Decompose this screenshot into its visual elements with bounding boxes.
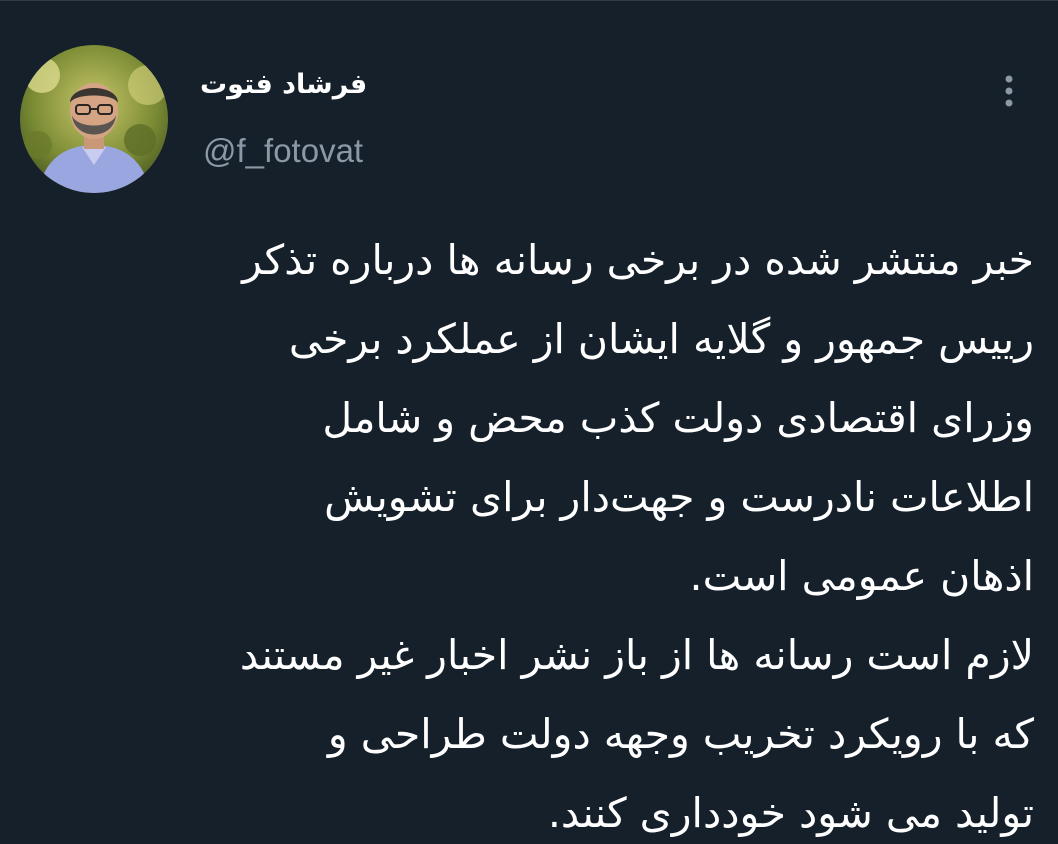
more-vertical-icon — [1005, 75, 1013, 107]
tweet-line: تولید می شود خودداری کنند. — [547, 789, 1034, 837]
tweet-line: اذهان عمومی است. — [689, 552, 1034, 600]
tweet-line: خبر منتشر شده در برخی رسانه ها درباره تذ… — [242, 236, 1034, 284]
tweet-line: لازم است رسانه ها از باز نشر اخبار غیر م… — [239, 631, 1034, 679]
author-handle[interactable]: @f_fotovat — [203, 131, 363, 171]
avatar-photo — [20, 45, 168, 193]
more-options-button[interactable] — [988, 67, 1030, 115]
tweet-line: اطلاعات نادرست و جهت‌دار برای تشویش — [324, 473, 1034, 521]
author-display-name[interactable]: فرشاد فتوت — [200, 65, 367, 105]
tweet-card: فرشاد فتوت @f_fotovat خبر منتشر شده در ب… — [0, 0, 1058, 844]
author-avatar[interactable] — [20, 45, 168, 193]
tweet-line: که با رویکرد تخریب وجهه دولت طراحی و — [327, 710, 1034, 758]
tweet-body: خبر منتشر شده در برخی رسانه ها درباره تذ… — [40, 221, 1034, 844]
tweet-line: رییس جمهور و گلایه ایشان از عملکرد برخی — [288, 315, 1034, 363]
tweet-line: وزرای اقتصادی دولت کذب محض و شامل — [322, 394, 1034, 442]
